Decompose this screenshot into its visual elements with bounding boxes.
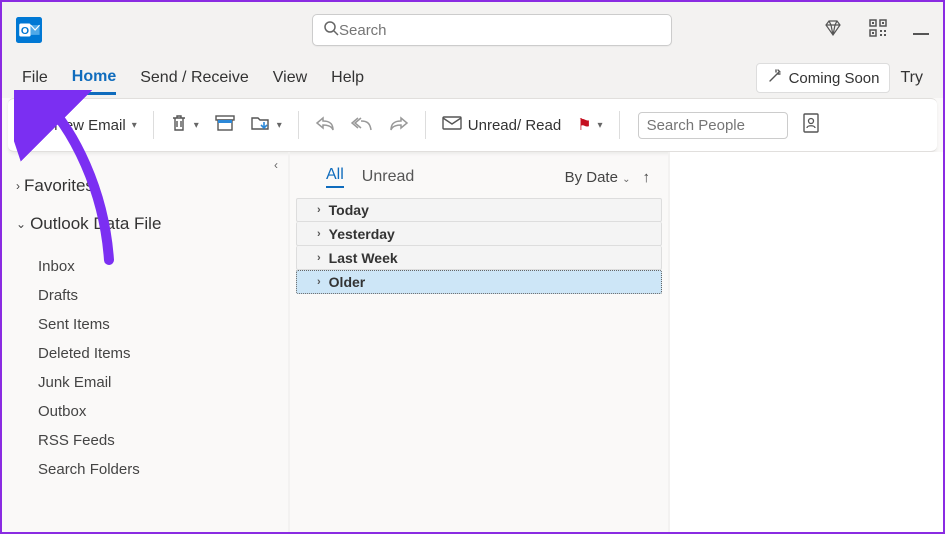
tab-help[interactable]: Help — [331, 63, 364, 93]
search-icon — [323, 20, 339, 41]
filter-unread[interactable]: Unread — [362, 168, 414, 186]
chevron-right-icon: › — [317, 252, 321, 264]
data-file-header[interactable]: ⌄ Outlook Data File — [16, 214, 280, 234]
folder-inbox[interactable]: Inbox — [16, 252, 280, 281]
search-people[interactable] — [638, 112, 788, 139]
folder-deleted-items[interactable]: Deleted Items — [16, 339, 280, 368]
envelope-icon — [442, 115, 462, 135]
folder-outbox[interactable]: Outbox — [16, 397, 280, 426]
search-people-input[interactable] — [647, 117, 779, 134]
chevron-down-icon[interactable]: ▾ — [194, 120, 199, 131]
unread-read-label: Unread/ Read — [468, 117, 561, 134]
coming-soon-label: Coming Soon — [789, 70, 880, 87]
data-file-label: Outlook Data File — [30, 214, 161, 234]
move-to-folder-icon — [251, 114, 271, 136]
folder-rss-feeds[interactable]: RSS Feeds — [16, 426, 280, 455]
chevron-down-icon[interactable]: ▾ — [277, 120, 282, 131]
reply-button[interactable] — [307, 109, 343, 141]
menu-bar: File Home Send / Receive View Help Comin… — [2, 58, 943, 98]
new-email-label: New Email — [54, 117, 126, 134]
archive-icon — [215, 115, 235, 135]
favorites-label: Favorites — [24, 176, 94, 196]
chevron-down-icon[interactable]: ▾ — [132, 120, 137, 131]
qr-code-icon[interactable] — [869, 19, 887, 42]
unread-read-button[interactable]: Unread/ Read — [434, 109, 569, 141]
address-book-icon — [802, 113, 820, 137]
forward-icon — [389, 115, 409, 135]
group-label: Yesterday — [329, 226, 395, 242]
folder-sidebar: ‹ › Favorites ⌄ Outlook Data File Inbox … — [2, 152, 290, 532]
reading-pane — [670, 152, 943, 532]
filter-all[interactable]: All — [326, 166, 344, 188]
envelope-plus-icon — [26, 114, 48, 136]
ribbon-toolbar: New Email ▾ ▾ ▾ — [8, 98, 937, 152]
reply-all-icon — [351, 115, 373, 135]
chevron-right-icon: › — [16, 179, 20, 193]
group-older[interactable]: › Older — [296, 270, 662, 294]
group-label: Last Week — [329, 250, 398, 266]
trash-icon — [170, 113, 188, 137]
global-search-input[interactable] — [339, 22, 661, 39]
collapse-sidebar-button[interactable]: ‹ — [274, 158, 278, 172]
archive-button[interactable] — [207, 109, 243, 141]
forward-button[interactable] — [381, 109, 417, 141]
tab-view[interactable]: View — [273, 63, 307, 93]
title-bar: O — [2, 2, 943, 58]
folder-search-folders[interactable]: Search Folders — [16, 455, 280, 484]
message-list-pane: All Unread By Date ⌄ ↑ › Today › Yesterd… — [290, 152, 670, 532]
tab-file[interactable]: File — [22, 63, 48, 93]
chevron-right-icon: › — [317, 204, 321, 216]
flag-button[interactable]: ⚑ ▾ — [569, 109, 610, 141]
group-yesterday[interactable]: › Yesterday — [296, 222, 662, 246]
premium-diamond-icon[interactable] — [823, 18, 843, 43]
tab-send-receive[interactable]: Send / Receive — [140, 63, 249, 93]
chevron-down-icon[interactable]: ▾ — [598, 120, 603, 131]
outlook-logo-icon: O — [16, 17, 42, 43]
move-button[interactable]: ▾ — [243, 108, 290, 142]
sort-by-date[interactable]: By Date ⌄ — [565, 169, 631, 186]
group-label: Older — [329, 274, 366, 290]
coming-soon-button[interactable]: Coming Soon — [756, 63, 891, 93]
folder-drafts[interactable]: Drafts — [16, 281, 280, 310]
window-minimize-button[interactable] — [913, 25, 929, 35]
try-label[interactable]: Try — [900, 69, 923, 87]
chevron-right-icon: › — [317, 228, 321, 240]
chevron-down-icon: ⌄ — [16, 217, 26, 231]
flag-icon: ⚑ — [577, 115, 591, 135]
sort-direction-button[interactable]: ↑ — [643, 169, 651, 186]
group-today[interactable]: › Today — [296, 198, 662, 222]
reply-all-button[interactable] — [343, 109, 381, 141]
group-last-week[interactable]: › Last Week — [296, 246, 662, 270]
chevron-right-icon: › — [317, 276, 321, 288]
global-search[interactable] — [312, 14, 672, 46]
group-label: Today — [329, 202, 369, 218]
folder-junk-email[interactable]: Junk Email — [16, 368, 280, 397]
wand-icon — [767, 68, 783, 88]
tab-home[interactable]: Home — [72, 62, 116, 95]
address-book-button[interactable] — [794, 107, 828, 143]
reply-icon — [315, 115, 335, 135]
new-email-button[interactable]: New Email ▾ — [18, 108, 145, 142]
folder-sent-items[interactable]: Sent Items — [16, 310, 280, 339]
favorites-header[interactable]: › Favorites — [16, 176, 280, 196]
delete-button[interactable]: ▾ — [162, 107, 207, 143]
svg-text:O: O — [21, 25, 29, 37]
